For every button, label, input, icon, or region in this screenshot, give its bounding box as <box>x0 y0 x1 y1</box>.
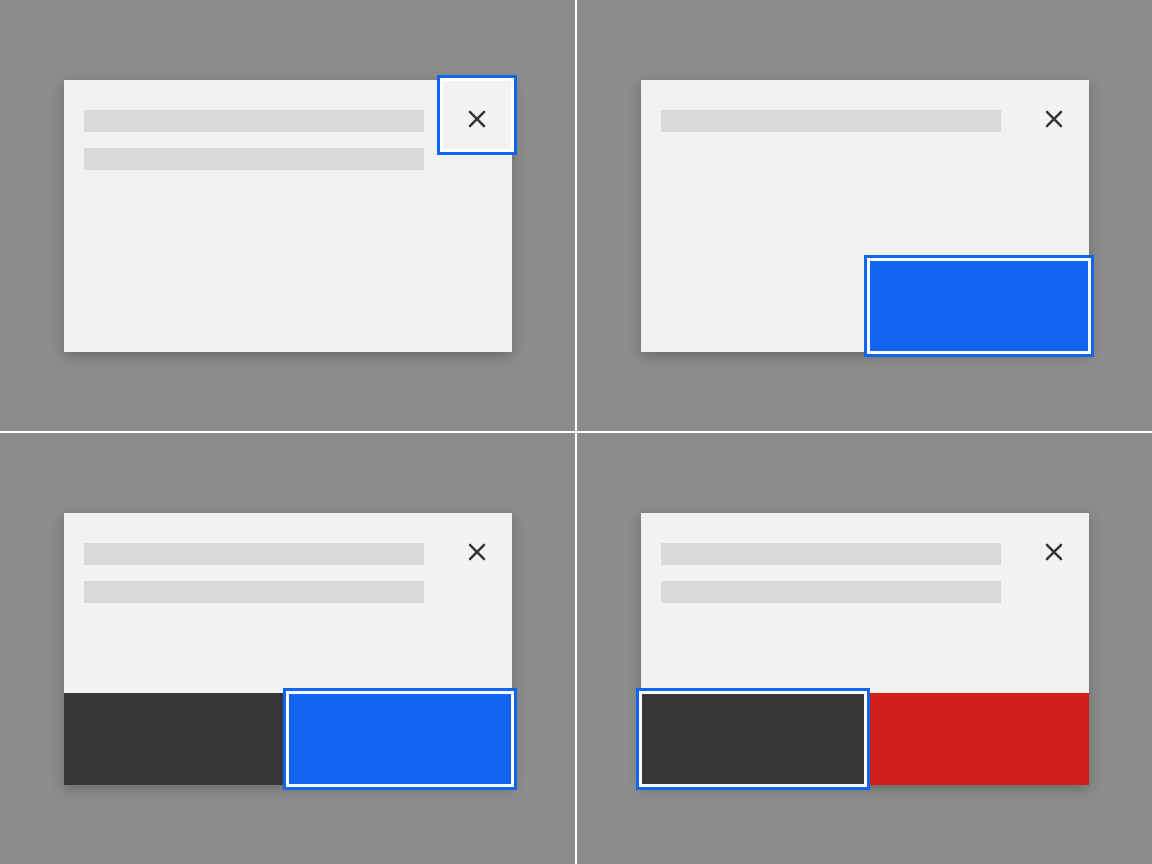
placeholder-line <box>661 110 1001 132</box>
placeholder-line <box>84 581 424 603</box>
placeholder-line <box>84 543 424 565</box>
dialog-only-close <box>64 80 512 352</box>
primary-button[interactable] <box>288 693 512 785</box>
grid-cell <box>576 0 1152 432</box>
grid-cell <box>0 0 576 432</box>
grid-cell <box>576 432 1152 864</box>
close-icon[interactable] <box>466 541 488 563</box>
grid-cell <box>0 432 576 864</box>
placeholder-line <box>661 543 1001 565</box>
secondary-button[interactable] <box>64 693 288 785</box>
placeholder-line <box>84 110 424 132</box>
close-icon[interactable] <box>1043 108 1065 130</box>
close-icon[interactable] <box>466 108 488 130</box>
placeholder-line <box>84 148 424 170</box>
secondary-button[interactable] <box>641 693 865 785</box>
close-icon[interactable] <box>1043 541 1065 563</box>
primary-button[interactable] <box>869 260 1089 352</box>
destructive-button[interactable] <box>865 693 1089 785</box>
dialog-single-action <box>641 80 1089 352</box>
placeholder-line <box>661 581 1001 603</box>
dialog-destructive <box>641 513 1089 785</box>
dialog-states-grid <box>0 0 1152 864</box>
dialog-confirm-cancel <box>64 513 512 785</box>
